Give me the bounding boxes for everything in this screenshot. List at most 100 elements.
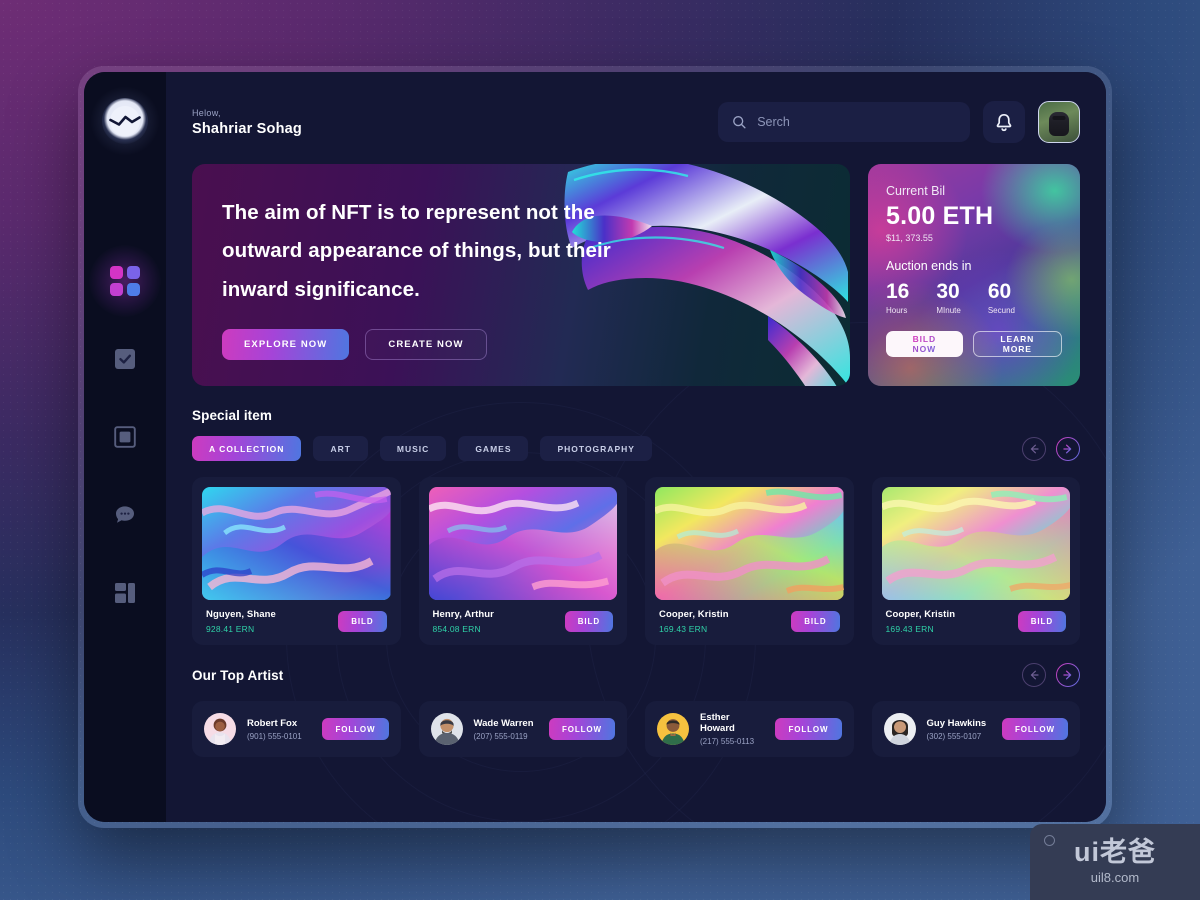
sidebar-item-tasks[interactable] — [108, 342, 142, 376]
device-frame: Helow, Shahriar Sohag Serch The aim of N… — [78, 66, 1112, 828]
nft-card[interactable]: Cooper, Kristin 169.43 ERN BILD — [871, 477, 1080, 645]
special-next-button[interactable] — [1056, 437, 1080, 461]
countdown-seconds-value: 60 — [987, 280, 1012, 303]
artist-card[interactable]: Guy Hawkins (302) 555-0107 FOLLOW — [871, 701, 1080, 757]
tab-art[interactable]: ART — [313, 436, 368, 461]
grid-icon — [110, 266, 140, 296]
create-now-button[interactable]: CREATE NOW — [365, 328, 487, 360]
greeting-label: Helow, — [192, 107, 221, 118]
countdown-hours: 16 Hours — [886, 281, 909, 315]
avatar-image — [204, 713, 236, 745]
fluid-art-rainbow-pastel — [881, 487, 1070, 600]
nft-card-meta: Nguyen, Shane 928.41 ERN BILD — [202, 600, 391, 645]
tab-games[interactable]: GAMES — [458, 436, 529, 461]
nft-artwork — [428, 487, 617, 600]
nft-name: Cooper, Kristin — [659, 609, 729, 620]
arrow-right-icon — [1063, 444, 1072, 453]
tab-a-collection[interactable]: A COLLECTION — [192, 436, 302, 461]
hero-text-block: The aim of NFT is to represent not the o… — [192, 164, 612, 360]
fluid-art-pink-magenta — [428, 487, 617, 600]
notifications-button[interactable] — [983, 101, 1025, 143]
learn-more-button[interactable]: LEARN MORE — [972, 331, 1062, 357]
main-content: Helow, Shahriar Sohag Serch The aim of N… — [166, 72, 1106, 822]
artist-avatar — [430, 713, 463, 745]
nft-card-meta: Cooper, Kristin 169.43 ERN BILD — [655, 600, 844, 645]
artist-card[interactable]: Robert Fox (901) 555-0101 FOLLOW — [192, 701, 401, 757]
follow-button[interactable]: FOLLOW — [775, 718, 842, 740]
auction-label: Auction ends in — [886, 259, 972, 273]
artist-list: Robert Fox (901) 555-0101 FOLLOW Wade Wa… — [192, 701, 1080, 757]
frame-icon — [114, 426, 136, 448]
check-square-icon — [115, 349, 135, 369]
avatar-image — [657, 713, 689, 745]
sidebar — [84, 72, 166, 822]
nft-card[interactable]: Nguyen, Shane 928.41 ERN BILD — [192, 477, 401, 645]
nft-card-meta: Cooper, Kristin 169.43 ERN BILD — [882, 600, 1071, 645]
arrow-left-icon — [1030, 670, 1039, 680]
current-bid-card: Current Bil 5.00 ETH $11, 373.55 Auction… — [868, 164, 1080, 386]
hero-headline: The aim of NFT is to represent not the o… — [222, 201, 611, 301]
avatar-image — [883, 713, 916, 745]
artist-card[interactable]: Esther Howard (217) 555-0113 FOLLOW — [645, 701, 854, 757]
follow-button[interactable]: FOLLOW — [548, 718, 615, 740]
logo-wave-icon — [109, 106, 141, 136]
artist-name: Wade Warren — [473, 717, 534, 729]
sidebar-item-dashboard[interactable] — [89, 245, 161, 317]
search-input[interactable] — [757, 115, 956, 129]
artists-next-button[interactable] — [1056, 663, 1080, 687]
follow-button[interactable]: FOLLOW — [322, 718, 389, 740]
bell-icon — [996, 113, 1012, 131]
bid-now-button[interactable]: BILD NOW — [886, 331, 963, 357]
nft-price: 928.41 ERN — [206, 624, 255, 634]
artist-card[interactable]: Wade Warren (207) 555-0119 FOLLOW — [418, 701, 627, 757]
artist-name: Esther Howard — [700, 712, 735, 734]
nft-card[interactable]: Cooper, Kristin 169.43 ERN BILD — [645, 477, 854, 645]
watermark-logo: ui老爸 — [1074, 837, 1156, 867]
artist-avatar — [883, 713, 916, 745]
countdown-minutes-value: 30 — [936, 280, 960, 303]
chat-bubble-icon — [116, 506, 134, 523]
nft-name: Cooper, Kristin — [885, 609, 956, 620]
countdown-minutes: 30 MInute — [936, 281, 960, 315]
bid-button[interactable]: BILD — [338, 611, 387, 632]
watermark: ui老爸 uil8.com — [1030, 824, 1200, 900]
tab-photography[interactable]: PHOTOGRAPHY — [540, 436, 652, 461]
watermark-dot-icon — [1044, 835, 1055, 846]
nft-card[interactable]: Henry, Arthur 854.08 ERN BILD — [418, 477, 627, 645]
countdown-seconds: 60 Secund — [988, 281, 1015, 315]
artists-prev-button[interactable] — [1022, 663, 1046, 687]
avatar-sunglasses — [1052, 115, 1066, 120]
artist-phone: (207) 555-0119 — [473, 731, 528, 741]
bid-button[interactable]: BILD — [564, 611, 613, 632]
follow-button[interactable]: FOLLOW — [1001, 718, 1068, 740]
search-bar[interactable] — [718, 102, 970, 142]
sidebar-item-stats[interactable] — [108, 576, 142, 610]
hero-row: The aim of NFT is to represent not the o… — [192, 164, 1080, 386]
bill-buttons: BILD NOW LEARN MORE — [886, 331, 1062, 357]
user-name: Shahriar Sohag — [192, 120, 302, 137]
artist-phone: (901) 555-0101 — [247, 731, 302, 741]
arrow-left-icon — [1030, 444, 1039, 453]
artist-phone: (302) 555-0107 — [926, 731, 982, 741]
bid-now-label: BILD NOW — [912, 334, 937, 354]
app-logo[interactable] — [89, 85, 161, 157]
layout-icon — [115, 583, 135, 603]
artist-name: Robert Fox — [247, 717, 298, 729]
search-icon — [733, 116, 746, 129]
artist-phone: (217) 555-0113 — [700, 737, 755, 746]
special-prev-button[interactable] — [1022, 436, 1046, 461]
tab-music[interactable]: MUSIC — [379, 436, 447, 461]
nft-artwork — [655, 487, 844, 600]
nft-artwork — [881, 487, 1070, 600]
nft-price: 854.08 ERN — [432, 624, 481, 634]
sidebar-item-messages[interactable] — [108, 498, 142, 532]
nft-name: Henry, Arthur — [432, 609, 494, 620]
bid-button[interactable]: BILD — [1017, 611, 1066, 632]
sidebar-item-collection[interactable] — [108, 420, 142, 454]
bid-button[interactable]: BILD — [791, 611, 840, 632]
avatar[interactable] — [1038, 101, 1080, 143]
sidebar-nav — [89, 245, 161, 610]
explore-now-button[interactable]: EXPLORE NOW — [222, 328, 350, 360]
artists-header-row: Our Top Artist — [192, 663, 1080, 687]
nft-card-list: Nguyen, Shane 928.41 ERN BILD Henry, Art… — [192, 477, 1080, 645]
